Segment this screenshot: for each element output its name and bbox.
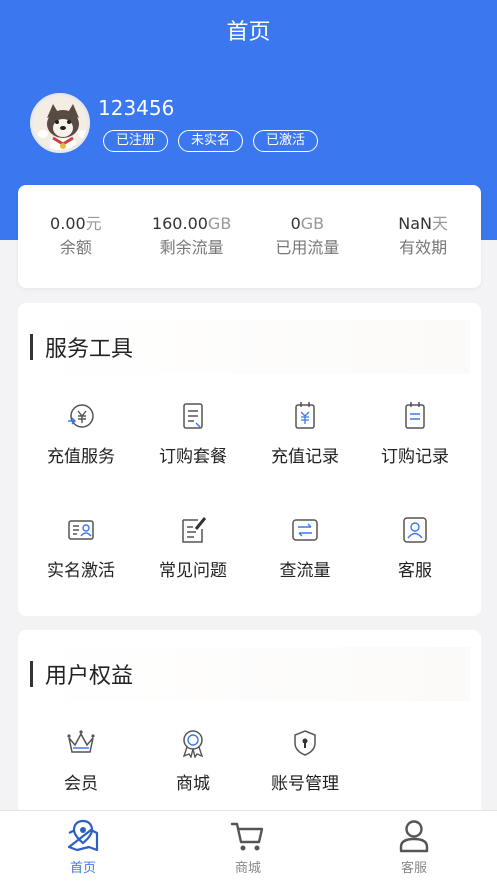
status-badge-unverified: 未实名 xyxy=(178,130,244,152)
status-badges: 已注册 未实名 已激活 xyxy=(103,130,319,152)
section-title-rights: 用户权益 xyxy=(30,647,470,701)
tool-label: 订购套餐 xyxy=(159,447,227,467)
tab-label: 首页 xyxy=(69,861,96,876)
bottom-tab-bar: 首页 商城 客服 xyxy=(0,810,497,883)
map-pin-icon xyxy=(67,819,99,852)
status-badge-activated: 已激活 xyxy=(253,130,319,152)
tab-mall[interactable]: 商城 xyxy=(188,811,308,876)
cart-icon xyxy=(230,822,264,851)
stats-card: 0.00元 余额 160.00GB 剩余流量 0GB 已用流量 NaN天 有效期 xyxy=(18,185,481,288)
tool-label: 客服 xyxy=(398,561,432,581)
stat-value: 0 xyxy=(290,214,301,233)
section-bar xyxy=(30,661,33,687)
services-card: 服务工具 充值服务 订购套餐 充值记录 订购记录 实名激活 常见问题 查流量 客… xyxy=(18,303,481,616)
stat-validity[interactable]: NaN天 有效期 xyxy=(365,185,481,288)
tool-traffic-query[interactable]: 查流量 xyxy=(250,515,360,581)
tool-faq[interactable]: 常见问题 xyxy=(138,515,248,581)
user-rights-card: 用户权益 会员 商城 账号管理 xyxy=(18,630,481,830)
stat-used-traffic[interactable]: 0GB 已用流量 xyxy=(250,185,366,288)
traffic-query-icon xyxy=(292,519,318,541)
id-card-icon xyxy=(68,520,94,540)
medal-icon xyxy=(182,730,204,758)
tool-label: 会员 xyxy=(64,774,98,794)
tab-label: 商城 xyxy=(234,861,261,876)
section-title-services: 服务工具 xyxy=(30,320,470,374)
tool-label: 充值服务 xyxy=(47,447,115,467)
tab-customer-service[interactable]: 客服 xyxy=(354,811,474,876)
stat-label: 余额 xyxy=(59,238,92,257)
tool-customer-service[interactable]: 客服 xyxy=(360,515,470,581)
recharge-record-icon xyxy=(295,402,315,429)
stat-unit: GB xyxy=(300,214,325,233)
stat-balance[interactable]: 0.00元 余额 xyxy=(18,185,134,288)
stat-label: 有效期 xyxy=(399,238,448,257)
stat-unit: 天 xyxy=(431,214,448,233)
order-package-icon xyxy=(183,403,203,429)
user-icon xyxy=(399,820,429,853)
tool-recharge-record[interactable]: 充值记录 xyxy=(250,401,360,467)
stat-remaining-traffic[interactable]: 160.00GB 剩余流量 xyxy=(134,185,250,288)
tool-order-package[interactable]: 订购套餐 xyxy=(138,401,248,467)
section-bar xyxy=(30,334,33,360)
section-title-text: 服务工具 xyxy=(45,337,134,362)
tool-label: 订购记录 xyxy=(381,447,449,467)
tab-label: 客服 xyxy=(400,861,427,876)
tool-label: 实名激活 xyxy=(47,561,115,581)
shield-icon xyxy=(294,730,316,756)
stat-value: 0.00 xyxy=(50,214,86,233)
tool-real-name-activation[interactable]: 实名激活 xyxy=(26,515,136,581)
section-title-text: 用户权益 xyxy=(45,664,134,689)
status-badge-registered: 已注册 xyxy=(103,130,169,152)
recharge-service-icon xyxy=(68,404,94,428)
stat-value: NaN xyxy=(398,214,432,233)
tool-label: 常见问题 xyxy=(159,561,227,581)
rights-mall[interactable]: 商城 xyxy=(138,728,248,794)
stat-value: 160.00 xyxy=(151,214,208,233)
avatar[interactable] xyxy=(30,93,90,153)
order-record-icon xyxy=(405,402,425,429)
stat-unit: 元 xyxy=(85,214,102,233)
tool-label: 商城 xyxy=(176,774,210,794)
stat-label: 剩余流量 xyxy=(159,238,224,257)
page-title: 首页 xyxy=(226,20,271,45)
tool-label: 账号管理 xyxy=(271,774,339,794)
tool-order-record[interactable]: 订购记录 xyxy=(360,401,470,467)
faq-icon xyxy=(182,517,207,543)
stat-label: 已用流量 xyxy=(275,238,340,257)
username: 123456 xyxy=(98,96,175,120)
customer-service-icon xyxy=(403,517,427,543)
rights-member[interactable]: 会员 xyxy=(26,728,136,794)
tab-home[interactable]: 首页 xyxy=(23,811,143,876)
stat-unit: GB xyxy=(207,214,232,233)
tool-label: 充值记录 xyxy=(271,447,339,467)
rights-account-management[interactable]: 账号管理 xyxy=(250,728,360,794)
crown-icon xyxy=(67,730,95,753)
tool-label: 查流量 xyxy=(279,561,331,581)
tool-recharge-service[interactable]: 充值服务 xyxy=(26,401,136,467)
